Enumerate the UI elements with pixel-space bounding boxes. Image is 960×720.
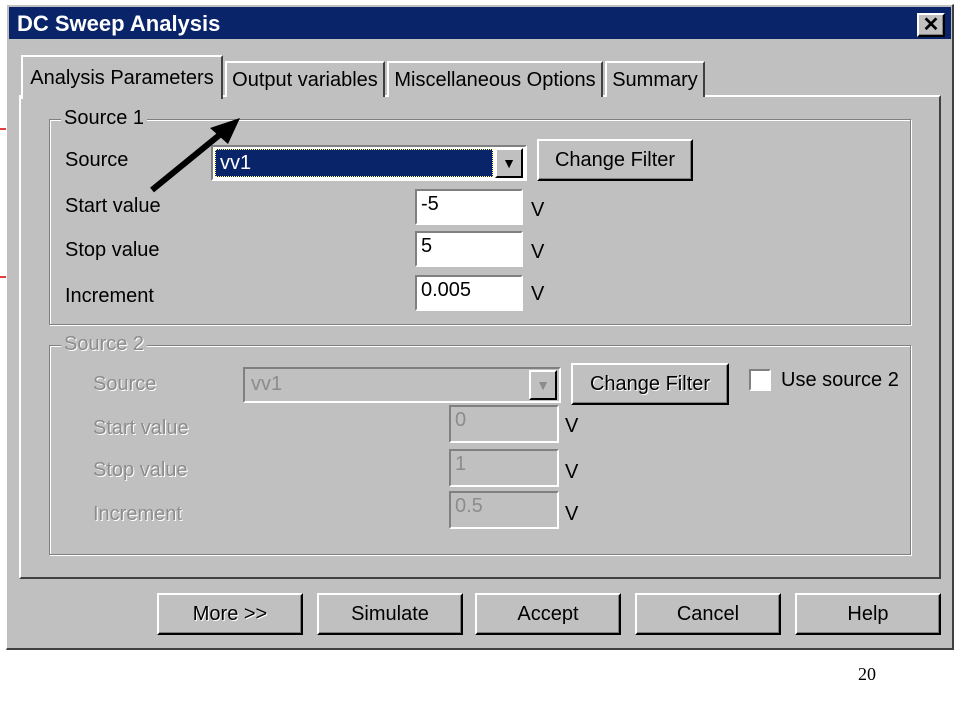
tab-analysis-parameters[interactable]: Analysis Parameters [21, 55, 223, 99]
source2-source-value: vv1 [251, 373, 283, 395]
title-bar[interactable]: DC Sweep Analysis ✕ [9, 7, 951, 39]
help-label: Help [847, 602, 889, 625]
source1-source-label: Source [65, 149, 129, 171]
cancel-button[interactable]: Cancel [635, 593, 781, 635]
source1-dropdown-button[interactable]: ▼ [495, 148, 523, 178]
cancel-label: Cancel [676, 602, 740, 625]
tab-miscellaneous-options[interactable]: Miscellaneous Options [387, 61, 603, 97]
accept-label: Accept [517, 602, 579, 625]
window-title: DC Sweep Analysis [17, 11, 221, 36]
close-button[interactable]: ✕ [917, 13, 945, 37]
source1-increment-unit: V [531, 283, 545, 305]
source1-change-filter-button[interactable]: Change Filter [537, 139, 693, 181]
source2-change-filter-label: Change Filter [589, 372, 711, 395]
dialog-window: DC Sweep Analysis ✕ Analysis Parameters … [6, 4, 954, 650]
source1-stop-label: Stop value [65, 239, 160, 261]
source1-stop-unit: V [531, 241, 545, 263]
source2-increment-input[interactable]: 0.5 [449, 491, 559, 529]
accept-button[interactable]: Accept [475, 593, 621, 635]
source2-group-title: Source 2 [61, 333, 148, 356]
tab-summary[interactable]: Summary [605, 61, 705, 97]
simulate-label: Simulate [351, 602, 429, 625]
source2-increment-label: Increment [93, 503, 182, 525]
source1-source-select[interactable]: vv1 ▼ [211, 145, 527, 181]
source2-dropdown-button[interactable]: ▼ [529, 370, 557, 400]
source1-start-input[interactable]: -5 [415, 189, 523, 225]
more-label: More >> [192, 602, 268, 625]
close-icon: ✕ [922, 14, 940, 36]
source2-start-input[interactable]: 0 [449, 405, 559, 443]
tab-label: Output variables [232, 68, 378, 91]
source1-stop-input[interactable]: 5 [415, 231, 523, 267]
source1-start-unit: V [531, 199, 545, 221]
simulate-button[interactable]: Simulate [317, 593, 463, 635]
source1-group-title: Source 1 [61, 107, 148, 130]
source2-stop-input[interactable]: 1 [449, 449, 559, 487]
source2-increment-unit: V [565, 503, 579, 525]
chevron-down-icon: ▼ [536, 377, 550, 393]
source1-increment-input[interactable]: 0.005 [415, 275, 523, 311]
source1-increment-label: Increment [65, 285, 154, 307]
tab-output-variables[interactable]: Output variables [225, 61, 385, 97]
source1-change-filter-label: Change Filter [554, 148, 676, 171]
help-button[interactable]: Help [795, 593, 941, 635]
source2-source-label: Source [93, 373, 157, 395]
source2-source-select[interactable]: vv1 ▼ [243, 367, 561, 403]
source2-stop-label: Stop value [93, 459, 188, 481]
use-source2-label[interactable]: Use source 2 [781, 369, 899, 392]
annotation-arrow-icon [150, 118, 240, 193]
tab-label: Miscellaneous Options [394, 68, 596, 91]
source2-stop-unit: V [565, 461, 579, 483]
source1-source-selected: vv1 [215, 149, 493, 177]
source2-change-filter-button[interactable]: Change Filter [571, 363, 729, 405]
source2-start-unit: V [565, 415, 579, 437]
use-source2-checkbox[interactable] [749, 369, 771, 391]
source2-start-label: Start value [93, 417, 189, 439]
chevron-down-icon: ▼ [502, 155, 516, 171]
slide-number: 20 [858, 664, 876, 684]
tab-label: Summary [612, 68, 698, 91]
more-button[interactable]: More >> [157, 593, 303, 635]
tab-label: Analysis Parameters [30, 66, 214, 89]
